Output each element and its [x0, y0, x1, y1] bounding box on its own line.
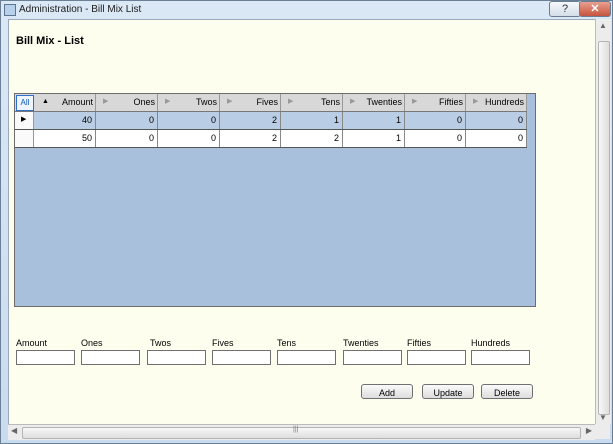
row-selector[interactable]: ▶ [15, 112, 34, 129]
table-cell-fives[interactable]: 2 [220, 112, 281, 129]
table-row[interactable]: 50 0 0 2 2 1 0 0 [15, 130, 527, 148]
column-handle-icon: ▶ [103, 98, 109, 105]
column-header-twenties[interactable]: ▶ Twenties [343, 94, 405, 111]
scroll-down-icon[interactable]: ▼ [599, 413, 607, 422]
horizontal-scrollbar[interactable]: ◀ ||| ▶ [8, 424, 595, 440]
ones-label: Ones [81, 338, 103, 348]
table-cell-fives[interactable]: 2 [220, 130, 281, 147]
row-pointer-icon: ▶ [21, 116, 27, 123]
window-title: Administration - Bill Mix List [19, 4, 142, 15]
column-handle-icon: ▶ [473, 98, 479, 105]
table-cell-hundreds[interactable]: 0 [466, 112, 527, 129]
tens-label: Tens [277, 338, 297, 348]
fifties-label: Fifties [407, 338, 432, 348]
table-cell-fifties[interactable]: 0 [405, 112, 466, 129]
grid-header: All ▲ Amount ▶ Ones ▶ Twos ▶ Fives ▶ Ten… [15, 94, 527, 112]
bill-mix-window: Administration - Bill Mix List ? ✕ Bill … [0, 0, 613, 444]
hundreds-label: Hundreds [471, 338, 511, 348]
bill-mix-list-panel: Bill Mix - List All ▲ Amount ▶ Ones ▶ Tw… [8, 19, 597, 426]
column-label: Amount [61, 97, 93, 107]
fifties-field[interactable] [407, 350, 466, 365]
column-header-tens[interactable]: ▶ Tens [281, 94, 343, 111]
column-header-ones[interactable]: ▶ Ones [96, 94, 158, 111]
update-button[interactable]: Update [422, 384, 474, 399]
application-icon [4, 4, 16, 16]
scroll-grip-icon: ||| [293, 426, 299, 433]
column-label: Ones [133, 97, 155, 107]
column-handle-icon: ▶ [412, 98, 418, 105]
column-label: Fives [256, 97, 278, 107]
table-cell-fifties[interactable]: 0 [405, 130, 466, 147]
column-label: Hundreds [484, 97, 524, 107]
column-handle-icon: ▶ [165, 98, 171, 105]
table-cell-amount[interactable]: 40 [33, 112, 96, 129]
hundreds-field[interactable] [471, 350, 530, 365]
column-handle-icon: ▶ [288, 98, 294, 105]
column-header-twos[interactable]: ▶ Twos [158, 94, 220, 111]
table-cell-ones[interactable]: 0 [96, 112, 158, 129]
table-cell-twos[interactable]: 0 [158, 130, 220, 147]
twos-label: Twos [150, 338, 172, 348]
twos-field[interactable] [147, 350, 206, 365]
table-cell-twenties[interactable]: 1 [343, 112, 405, 129]
fives-label: Fives [212, 338, 234, 348]
column-label: Twenties [366, 97, 402, 107]
fives-field[interactable] [212, 350, 271, 365]
help-button[interactable]: ? [549, 1, 581, 17]
sort-ascending-icon: ▲ [42, 98, 49, 105]
table-cell-twenties[interactable]: 1 [343, 130, 405, 147]
delete-button[interactable]: Delete [481, 384, 533, 399]
table-cell-hundreds[interactable]: 0 [466, 130, 527, 147]
amount-label: Amount [16, 338, 48, 348]
close-button[interactable]: ✕ [579, 1, 611, 17]
table-row[interactable]: ▶ 40 0 0 2 1 1 0 0 [15, 112, 527, 130]
tens-field[interactable] [277, 350, 336, 365]
table-cell-ones[interactable]: 0 [96, 130, 158, 147]
table-cell-tens[interactable]: 1 [281, 112, 343, 129]
column-label: Twos [195, 97, 217, 107]
ones-field[interactable] [81, 350, 140, 365]
twenties-label: Twenties [343, 338, 379, 348]
scroll-left-icon[interactable]: ◀ [11, 426, 17, 435]
column-label: Fifties [438, 97, 463, 107]
column-label: Tens [320, 97, 340, 107]
column-header-fifties[interactable]: ▶ Fifties [405, 94, 466, 111]
scroll-right-icon[interactable]: ▶ [586, 426, 592, 435]
column-header-fives[interactable]: ▶ Fives [220, 94, 281, 111]
table-cell-twos[interactable]: 0 [158, 112, 220, 129]
column-handle-icon: ▶ [227, 98, 233, 105]
vertical-scrollbar[interactable]: ▲ ▼ [595, 19, 611, 424]
bill-mix-grid[interactable]: All ▲ Amount ▶ Ones ▶ Twos ▶ Fives ▶ Ten… [14, 93, 536, 307]
horizontal-scroll-thumb[interactable] [22, 427, 581, 439]
vertical-scroll-thumb[interactable] [598, 41, 610, 415]
page-title: Bill Mix - List [16, 35, 84, 47]
column-header-hundreds[interactable]: ▶ Hundreds [466, 94, 527, 111]
column-handle-icon: ▶ [350, 98, 356, 105]
scroll-up-icon[interactable]: ▲ [599, 21, 607, 30]
row-selector[interactable] [15, 130, 34, 147]
title-bar[interactable]: Administration - Bill Mix List ? ✕ [1, 1, 612, 18]
column-header-amount[interactable]: ▲ Amount [33, 94, 96, 111]
table-cell-amount[interactable]: 50 [33, 130, 96, 147]
twenties-field[interactable] [343, 350, 402, 365]
select-all-button[interactable]: All [16, 95, 34, 111]
table-cell-tens[interactable]: 2 [281, 130, 343, 147]
amount-field[interactable] [16, 350, 75, 365]
add-button[interactable]: Add [361, 384, 413, 399]
scrollbar-corner [595, 424, 610, 439]
